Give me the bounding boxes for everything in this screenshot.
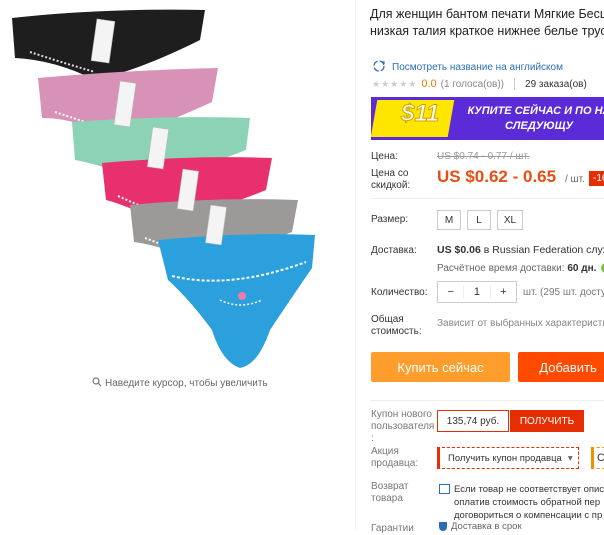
new-user-coupon-label-line2: пользователя xyxy=(371,421,435,432)
shipping-destination: в Russian Federation служ xyxy=(480,244,604,256)
rating-row: ★★★★★ 0.0 (1 голоса(ов)) 29 заказа(ов) xyxy=(372,78,587,90)
returns-text-line1: Если товар не соответствует опис xyxy=(454,484,604,495)
price-per-unit: / шт. xyxy=(565,174,585,185)
promo-banner-text: КУПИТЕ СЕЙЧАС И ПО НА СЛЕДУЮЩУ xyxy=(467,105,604,132)
returns-label-line1: Возврат xyxy=(371,481,409,492)
zoom-hint-text: Наведите курсор, чтобы увеличить xyxy=(105,378,268,389)
old-price: US $0.74 - 0.77 / шт. xyxy=(437,151,530,162)
add-to-cart-button[interactable]: Добавить xyxy=(518,352,604,382)
buy-now-button[interactable]: Купить сейчас xyxy=(371,352,510,382)
size-option-xl[interactable]: XL xyxy=(497,210,523,230)
get-coupon-button[interactable]: ПОЛУЧИТЬ xyxy=(510,410,584,432)
shipping-info[interactable]: US $0.06 в Russian Federation служ xyxy=(437,244,604,256)
total-label: Общая стоимость: xyxy=(371,314,422,338)
discount-badge: -16 xyxy=(589,171,604,186)
product-title: Для женщин бантом печати Мягкие Бесшо ни… xyxy=(370,6,604,40)
seller-coupon-dropdown[interactable]: Получить купон продавца ▾ xyxy=(437,447,579,469)
shipping-label: Доставка: xyxy=(371,245,417,256)
translate-icon xyxy=(372,59,386,76)
guarantee-text: Доставка в срок xyxy=(451,521,522,532)
product-image[interactable] xyxy=(0,0,355,400)
new-user-coupon-label-line1: Купон нового xyxy=(371,409,432,420)
quantity-stepper[interactable]: − 1 + xyxy=(437,281,517,303)
new-user-coupon-label-line3: : xyxy=(371,433,374,444)
price-label: Цена: xyxy=(371,151,398,162)
delivery-days: 60 дн. xyxy=(567,263,597,274)
size-label: Размер: xyxy=(371,214,409,225)
returns-label: Возврат товара xyxy=(371,481,409,505)
magnifier-icon xyxy=(92,377,102,390)
returns-label-line2: товара xyxy=(371,493,403,504)
seller-promo-label-line2: продавца: xyxy=(371,458,419,469)
translate-link[interactable]: Посмотреть название на английском xyxy=(372,59,563,76)
rating-score: 0.0 xyxy=(421,78,437,90)
product-title-line2: низкая талия краткое нижнее белье труси xyxy=(370,24,604,38)
new-user-coupon-label: Купон нового пользователя : xyxy=(371,409,434,445)
guarantee-info: Доставка в срок xyxy=(439,521,522,532)
seller-promo-label-line1: Акция xyxy=(371,446,399,457)
total-label-line1: Общая xyxy=(371,314,404,325)
zoom-hint: Наведите курсор, чтобы увеличить xyxy=(92,377,268,390)
chevron-down-icon: ▾ xyxy=(567,452,573,464)
promo-banner-price: $11 xyxy=(400,100,440,128)
returns-text-line2: оплатив стоимость обратной пер xyxy=(454,497,601,508)
panty-blue xyxy=(158,234,315,368)
returns-line1: Если товар не соответствует опис xyxy=(439,483,604,496)
divider xyxy=(370,400,604,401)
returns-info: Если товар не соответствует опис оплатив… xyxy=(439,483,604,522)
seller-coupon-second-text: С xyxy=(597,452,604,464)
size-option-l[interactable]: L xyxy=(467,210,491,230)
divider xyxy=(370,198,604,199)
discount-price-label: Цена со скидкой: xyxy=(371,168,411,191)
rating-votes[interactable]: (1 голоса(ов)) xyxy=(441,79,504,90)
seller-coupon-second[interactable]: С xyxy=(591,447,604,469)
promo-banner[interactable]: $11 КУПИТЕ СЕЙЧАС И ПО НА СЛЕДУЮЩУ xyxy=(371,97,604,140)
seller-promo-label: Акция продавца: xyxy=(371,446,418,470)
seller-coupon-text: Получить купон продавца xyxy=(448,452,562,464)
return-box-icon xyxy=(439,484,450,495)
size-option-m[interactable]: M xyxy=(437,210,461,230)
product-photo xyxy=(12,9,315,368)
total-label-line2: стоимость: xyxy=(371,326,422,337)
quantity-label: Количество: xyxy=(371,287,428,298)
rating-stars[interactable]: ★★★★★ xyxy=(372,79,417,90)
discount-price: US $0.62 - 0.65 xyxy=(437,167,557,186)
delivery-estimate: Расчётное время доставки: 60 дн. xyxy=(437,263,604,274)
orders-count: 29 заказа(ов) xyxy=(525,78,587,90)
quantity-input[interactable]: 1 xyxy=(463,286,491,298)
quantity-plus-button[interactable]: + xyxy=(491,286,516,298)
shipping-price: US $0.06 xyxy=(437,244,481,256)
delivery-estimate-label: Расчётное время доставки: xyxy=(437,263,568,274)
product-title-line1: Для женщин бантом печати Мягкие Бесшо xyxy=(370,7,604,21)
quantity-available: шт. (295 шт. доступ xyxy=(523,287,604,298)
quantity-minus-button[interactable]: − xyxy=(438,286,463,298)
translate-link-text[interactable]: Посмотреть название на английском xyxy=(392,62,563,73)
rating-divider xyxy=(514,78,516,90)
column-divider xyxy=(355,0,356,530)
guarantee-label: Гарантии xyxy=(371,523,414,534)
total-value: Зависит от выбранных характеристи xyxy=(437,318,604,329)
coupon-amount: 135,74 руб. xyxy=(437,410,509,432)
